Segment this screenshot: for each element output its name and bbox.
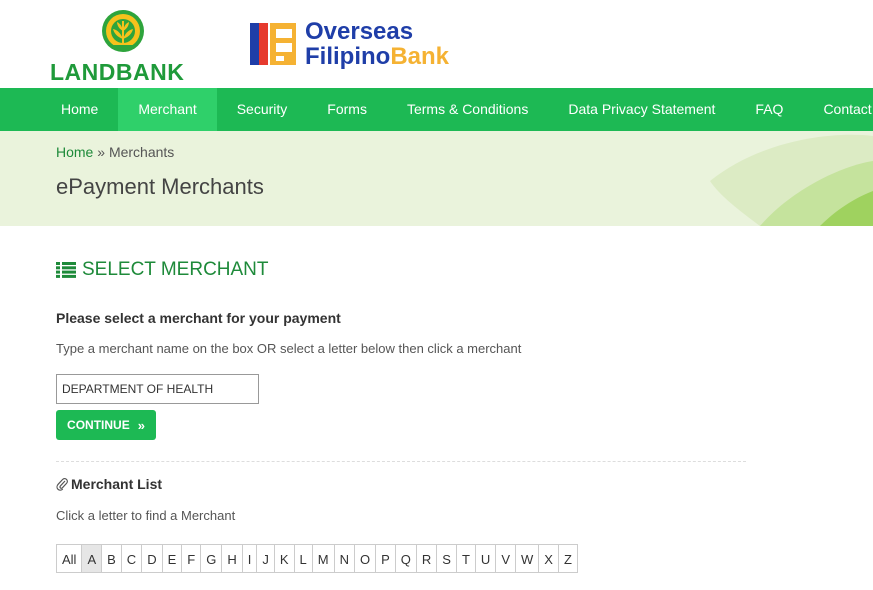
- letter-u[interactable]: U: [474, 544, 497, 573]
- nav-item-forms[interactable]: Forms: [307, 88, 387, 131]
- ofb-logo-bank: Bank: [390, 43, 449, 70]
- letter-z[interactable]: Z: [557, 544, 578, 573]
- letter-w[interactable]: W: [514, 544, 540, 573]
- letter-k[interactable]: K: [273, 544, 295, 573]
- site-header: LANDBANK Overseas FilipinoBank: [0, 0, 873, 88]
- landbank-logo-text: LANDBANK: [50, 59, 185, 85]
- select-prompt: Please select a merchant for your paymen…: [56, 310, 341, 326]
- page-banner: Home » Merchants ePayment Merchants: [0, 131, 873, 226]
- nav-item-faq[interactable]: FAQ: [735, 88, 803, 131]
- landbank-sun-icon: [102, 10, 144, 52]
- banner-decoration: [710, 134, 873, 226]
- merchant-list-hint: Click a letter to find a Merchant: [56, 508, 236, 523]
- section-divider: [56, 461, 746, 462]
- nav-item-contact-us[interactable]: Contact Us: [803, 88, 873, 131]
- nav-item-security[interactable]: Security: [217, 88, 308, 131]
- letter-f[interactable]: F: [181, 544, 202, 573]
- letter-a[interactable]: A: [81, 544, 103, 573]
- breadcrumb-home-link[interactable]: Home: [56, 144, 93, 160]
- letter-q[interactable]: Q: [394, 544, 417, 573]
- ofb-mark-icon: [250, 23, 296, 65]
- continue-button[interactable]: CONTINUE »: [56, 410, 156, 440]
- merchant-list-heading: Merchant List: [56, 476, 162, 492]
- letter-all[interactable]: All: [56, 544, 83, 573]
- letter-m[interactable]: M: [311, 544, 335, 573]
- nav-item-home[interactable]: Home: [41, 88, 118, 131]
- continue-label: CONTINUE: [67, 418, 130, 432]
- letter-i[interactable]: I: [241, 544, 258, 573]
- nav-item-terms-conditions[interactable]: Terms & Conditions: [387, 88, 548, 131]
- letter-n[interactable]: N: [333, 544, 355, 573]
- letter-t[interactable]: T: [455, 544, 476, 573]
- ofb-logo-filipino: Filipino: [305, 43, 391, 70]
- letter-x[interactable]: X: [538, 544, 559, 573]
- letter-h[interactable]: H: [221, 544, 243, 573]
- breadcrumb: Home » Merchants: [56, 144, 174, 160]
- double-chevron-right-icon: »: [137, 417, 145, 433]
- letter-g[interactable]: G: [200, 544, 223, 573]
- letter-c[interactable]: C: [120, 544, 143, 573]
- letter-o[interactable]: O: [353, 544, 377, 573]
- breadcrumb-current: Merchants: [108, 144, 175, 160]
- page-title: ePayment Merchants: [56, 174, 264, 199]
- letter-e[interactable]: E: [161, 544, 183, 573]
- select-hint: Type a merchant name on the box OR selec…: [56, 341, 522, 356]
- nav-items: Home Merchant Security Forms Terms & Conditi…: [41, 88, 873, 131]
- letter-filter: All A B C D E F G H I J K L M N O P Q R S T U V W X Z: [56, 544, 578, 573]
- letter-p[interactable]: P: [375, 544, 396, 573]
- nav-item-merchant[interactable]: Merchant: [118, 88, 217, 131]
- main-nav: Home Merchant Security Forms Terms & Conditi…: [0, 88, 873, 131]
- merchant-search-input[interactable]: [56, 374, 259, 404]
- letter-j[interactable]: J: [256, 544, 275, 573]
- paperclip-icon: [56, 477, 68, 491]
- letter-b[interactable]: B: [101, 544, 122, 573]
- select-merchant-heading: SELECT MERCHANT: [56, 259, 269, 281]
- breadcrumb-separator: »: [97, 144, 106, 160]
- ofb-logo-line2: FilipinoBank: [305, 44, 449, 70]
- merchant-list-title: Merchant List: [71, 476, 163, 492]
- letter-d[interactable]: D: [141, 544, 163, 573]
- letter-l[interactable]: L: [293, 544, 313, 573]
- landbank-logo[interactable]: LANDBANK: [50, 9, 200, 85]
- letter-s[interactable]: S: [436, 544, 457, 573]
- ofb-logo[interactable]: Overseas FilipinoBank: [250, 18, 480, 71]
- select-merchant-title: SELECT MERCHANT: [82, 259, 269, 280]
- letter-v[interactable]: V: [495, 544, 516, 573]
- letter-r[interactable]: R: [415, 544, 438, 573]
- ofb-logo-line1: Overseas: [305, 18, 414, 45]
- nav-item-data-privacy-statement[interactable]: Data Privacy Statement: [548, 88, 735, 131]
- list-icon: [56, 262, 76, 278]
